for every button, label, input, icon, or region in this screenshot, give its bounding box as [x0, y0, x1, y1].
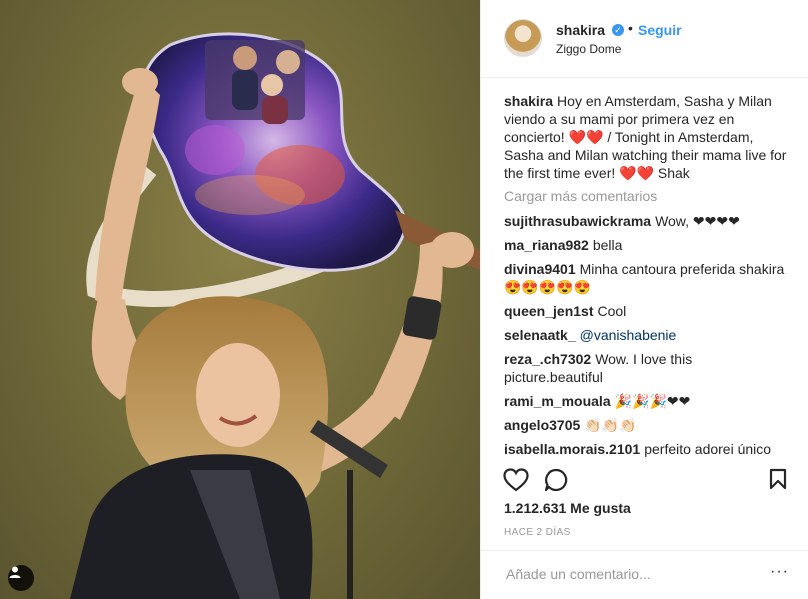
comment-item: queen_jen1st Cool: [504, 302, 794, 320]
comment-username[interactable]: isabella.morais.2101: [504, 441, 640, 457]
add-comment-bar: ···: [481, 550, 808, 599]
comment-text: 👏🏻👏🏻👏🏻: [584, 417, 637, 433]
comment-item: isabella.morais.2101 perfeito adorei únic…: [504, 440, 794, 458]
post-photo[interactable]: [0, 0, 480, 599]
post-caption: shakira Hoy en Amsterdam, Sasha y Milan v…: [504, 92, 794, 182]
comment-text: bella: [592, 237, 623, 253]
bookmark-icon[interactable]: [769, 468, 787, 490]
separator-dot: •: [628, 20, 633, 36]
comment-username[interactable]: ma_riana982: [504, 237, 589, 253]
comment-text: Wow, ❤❤❤❤: [655, 213, 740, 229]
avatar[interactable]: [504, 19, 542, 57]
post-side-panel: shakira ✓ • Seguir Ziggo Dome shakira Hoy…: [480, 0, 808, 599]
caption-username[interactable]: shakira: [504, 93, 553, 109]
author-username[interactable]: shakira: [556, 22, 605, 38]
post-timestamp[interactable]: HACE 2 DÍAS: [504, 527, 571, 538]
mention-link[interactable]: @vanishabenie: [580, 327, 677, 343]
comment-username[interactable]: angelo3705: [504, 417, 580, 433]
comment-item: reza_.ch7302 Wow. I love this picture.bea…: [504, 350, 794, 386]
comment-username[interactable]: reza_.ch7302: [504, 351, 591, 367]
comment-text: Cool: [597, 303, 627, 319]
post-header: shakira ✓ • Seguir Ziggo Dome: [481, 0, 808, 78]
comment-item: ma_riana982 bella: [504, 236, 794, 254]
comment-username[interactable]: queen_jen1st: [504, 303, 593, 319]
post-actions: [481, 460, 808, 500]
comment-text: 🎉🎉🎉❤❤: [614, 393, 691, 409]
more-options-button[interactable]: ···: [770, 563, 789, 581]
concert-photo-illustration: [70, 32, 480, 599]
comment-item: rami_m_mouala 🎉🎉🎉❤❤: [504, 392, 794, 410]
comments-list[interactable]: shakira Hoy en Amsterdam, Sasha y Milan v…: [504, 92, 794, 458]
like-count[interactable]: 1.212.631 Me gusta: [504, 500, 631, 516]
comment-item: angelo3705 👏🏻👏🏻👏🏻: [504, 416, 794, 434]
person-silhouette-icon: [9, 566, 21, 578]
location-link[interactable]: Ziggo Dome: [556, 42, 621, 56]
comment-text: perfeito adorei único: [644, 441, 772, 457]
comment-input[interactable]: [504, 565, 758, 583]
heart-icon[interactable]: [503, 468, 529, 492]
comment-item: divina9401 Minha cantoura preferida shaki…: [504, 260, 794, 296]
comment-username[interactable]: rami_m_mouala: [504, 393, 611, 409]
follow-button[interactable]: Seguir: [638, 22, 682, 38]
comment-username[interactable]: sujithrasubawickrama: [504, 213, 651, 229]
load-more-comments-button[interactable]: Cargar más comentarios: [504, 188, 794, 204]
comment-bubble-icon[interactable]: [544, 468, 568, 492]
comment-username[interactable]: divina9401: [504, 261, 576, 277]
comment-item: sujithrasubawickrama Wow, ❤❤❤❤: [504, 212, 794, 230]
comment-username[interactable]: selenaatk_: [504, 327, 576, 343]
verified-badge-icon: ✓: [612, 24, 624, 36]
comment-item: selenaatk_ @vanishabenie: [504, 326, 794, 344]
user-tag-icon[interactable]: [8, 565, 34, 591]
